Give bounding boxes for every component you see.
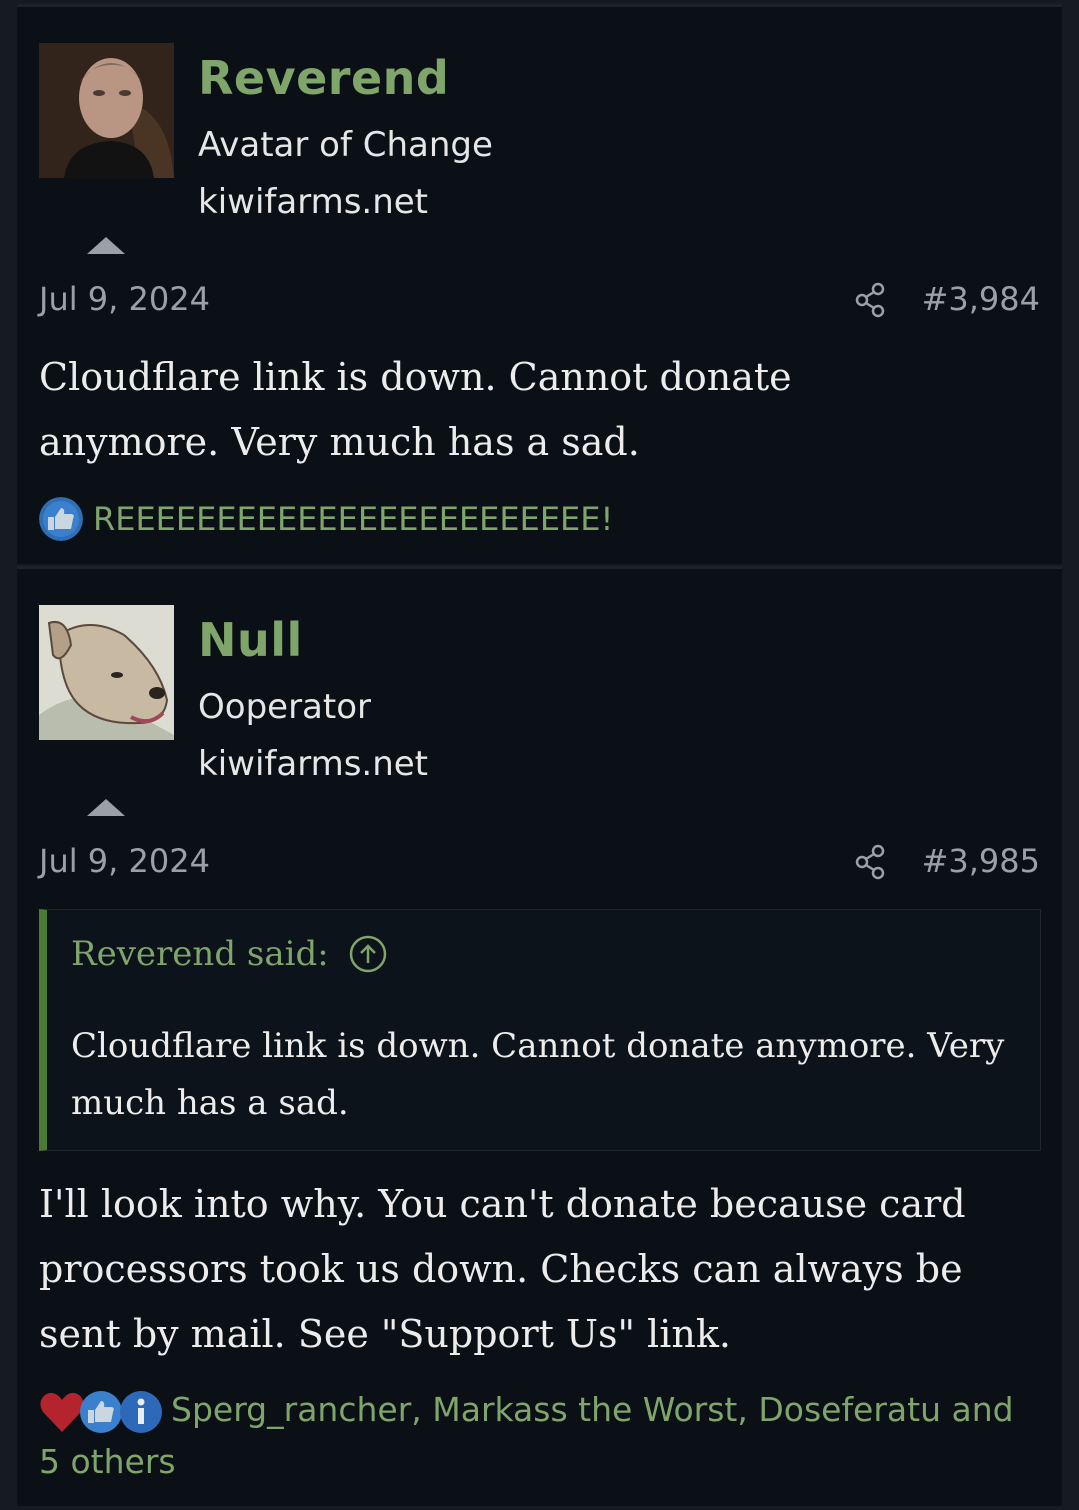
user-host: kiwifarms.net [198, 744, 429, 784]
arrow-up-icon [87, 799, 125, 816]
quote-text: Cloudflare link is down. Cannot donate a… [71, 1026, 1005, 1123]
username[interactable]: Reverend [198, 51, 449, 105]
avatar[interactable] [39, 605, 174, 740]
user-title: Ooperator [198, 687, 371, 727]
username[interactable]: Null [198, 613, 303, 667]
reactions[interactable]: Sperg_rancher, Markass the Worst, Dosefe… [39, 1384, 1039, 1488]
post: Null Ooperator kiwifarms.net Jul 9, 2024… [17, 566, 1062, 1506]
post-body: I'll look into why. You can't donate bec… [39, 1182, 966, 1356]
reactors-text[interactable]: Sperg_rancher, Markass the Worst, Dosefe… [39, 1390, 1014, 1481]
share-icon[interactable] [854, 282, 888, 318]
arrow-up-circle-icon[interactable] [349, 935, 387, 973]
avatar[interactable] [39, 43, 174, 178]
reaction-icons [39, 1388, 167, 1436]
thumbs-up-icon [80, 1390, 122, 1433]
post-date[interactable]: Jul 9, 2024 [39, 280, 210, 318]
share-icon[interactable] [854, 844, 888, 880]
arrow-up-icon [87, 237, 125, 254]
reaction-text[interactable]: REEEEEEEEEEEEEEEEEEEEEEEE! [93, 500, 613, 538]
quote-attribution-text[interactable]: Reverend said: [71, 934, 329, 974]
post: Reverend Avatar of Change kiwifarms.net … [17, 4, 1062, 564]
post-date[interactable]: Jul 9, 2024 [39, 842, 210, 880]
info-icon [120, 1390, 162, 1433]
thumbs-up-icon [39, 497, 83, 541]
quote-block: Reverend said: Cloudflare link is down. … [39, 909, 1041, 1151]
post-number[interactable]: #3,985 [922, 842, 1040, 880]
quote-attribution[interactable]: Reverend said: [71, 934, 387, 974]
post-body: Cloudflare link is down. Cannot donate a… [39, 355, 792, 464]
post-number[interactable]: #3,984 [922, 280, 1040, 318]
reactions[interactable]: REEEEEEEEEEEEEEEEEEEEEEEE! [39, 497, 613, 541]
user-title: Avatar of Change [198, 125, 493, 165]
user-host: kiwifarms.net [198, 182, 429, 222]
